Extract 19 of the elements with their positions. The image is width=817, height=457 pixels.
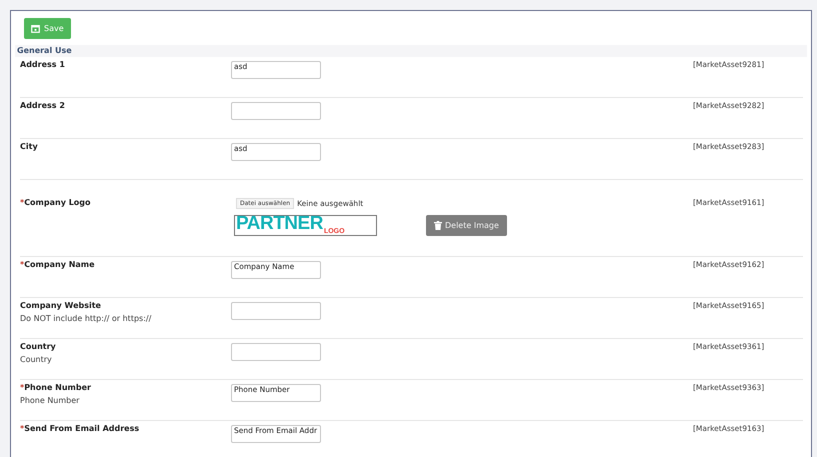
text-field[interactable]	[231, 302, 321, 320]
field-hint: Do NOT include http:// or https://	[20, 314, 152, 323]
section-title: General Use	[17, 46, 72, 55]
trash-icon	[434, 221, 442, 230]
field-label: Address 2	[20, 101, 66, 110]
field-label: *Company Logo	[20, 198, 92, 207]
field-label: Company Website	[20, 301, 102, 310]
field-label: *Send From Email Address	[20, 424, 140, 433]
calendar-icon	[31, 24, 40, 33]
field-hint: Country	[20, 355, 53, 364]
field-label: City	[20, 142, 39, 151]
field-label: Address 1	[20, 60, 66, 69]
field-hint: Phone Number	[20, 396, 80, 405]
delete-image-button[interactable]: Delete Image	[426, 215, 507, 236]
field-label: Country	[20, 342, 57, 351]
field-label: *Company Name	[20, 260, 96, 269]
text-field[interactable]	[231, 102, 321, 120]
field-label: *Phone Number	[20, 383, 92, 392]
text-field[interactable]	[231, 343, 321, 361]
